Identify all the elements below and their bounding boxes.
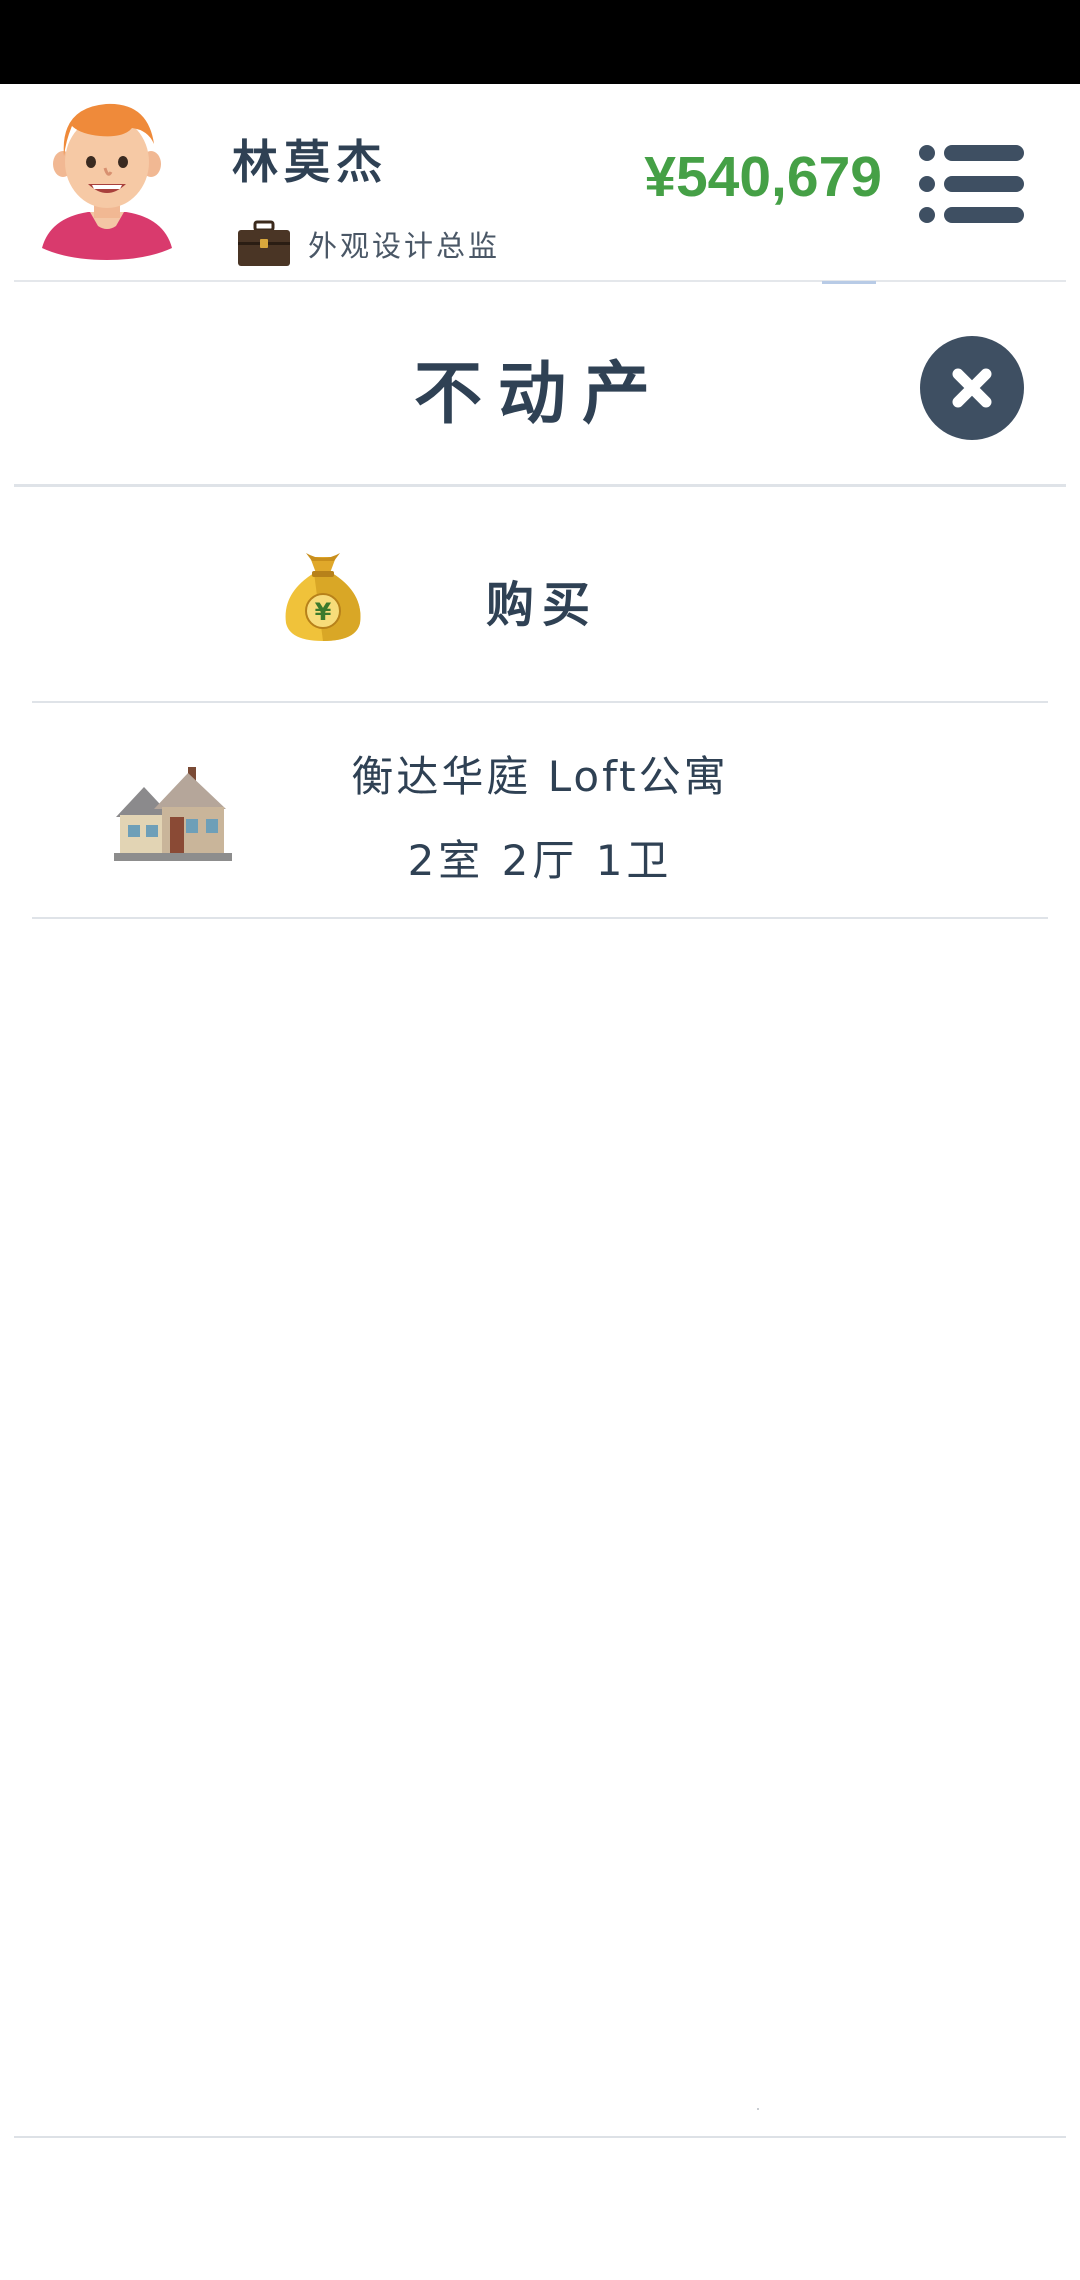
job-row: 外观设计总监: [236, 216, 500, 272]
buy-label: 购买: [486, 577, 599, 633]
buy-button[interactable]: ¥ 购买: [0, 487, 1080, 701]
job-title: 外观设计总监: [308, 229, 501, 263]
speck: [757, 2108, 759, 2110]
property-layout: 2室 2厅 1卫: [407, 836, 673, 885]
close-icon: [952, 368, 992, 408]
svg-text:¥: ¥: [315, 598, 332, 626]
avatar-icon[interactable]: [36, 98, 178, 260]
property-name: 衡达华庭 Loft公寓: [351, 752, 729, 801]
user-name: 林莫杰: [232, 135, 388, 189]
header: 林莫杰 外观设计总监 ¥540,679: [0, 84, 1080, 280]
status-bar: [0, 0, 1080, 84]
list-menu-icon[interactable]: [918, 142, 1024, 226]
close-button[interactable]: [920, 336, 1024, 440]
page-title: 不动产: [413, 355, 666, 434]
property-divider: [32, 917, 1048, 919]
title-bar: 不动产: [0, 282, 1080, 482]
briefcase-icon: [238, 220, 290, 266]
bottom-divider: [14, 2136, 1066, 2138]
property-item[interactable]: 衡达华庭 Loft公寓 2室 2厅 1卫: [0, 703, 1080, 917]
money-bag-icon: ¥: [285, 553, 361, 641]
money-balance: ¥540,679: [644, 145, 882, 209]
